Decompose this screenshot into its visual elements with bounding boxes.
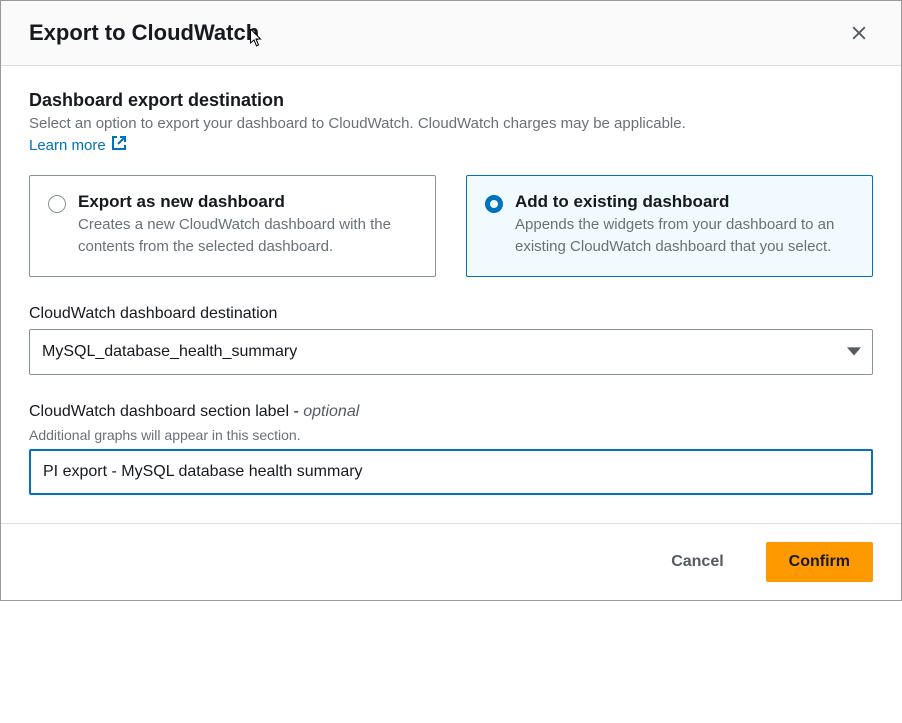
close-button[interactable] bbox=[845, 19, 873, 47]
option-export-new[interactable]: Export as new dashboard Creates a new Cl… bbox=[29, 175, 436, 277]
modal-body: Dashboard export destination Select an o… bbox=[1, 66, 901, 523]
option-new-title: Export as new dashboard bbox=[78, 192, 417, 212]
modal-title: Export to CloudWatch bbox=[29, 20, 259, 46]
section-label-help: Additional graphs will appear in this se… bbox=[29, 427, 873, 443]
dashboard-destination-select[interactable]: MySQL_database_health_summary bbox=[29, 329, 873, 375]
dashboard-destination-label: CloudWatch dashboard destination bbox=[29, 305, 873, 323]
option-existing-desc: Appends the widgets from your dashboard … bbox=[515, 214, 854, 258]
option-existing-title: Add to existing dashboard bbox=[515, 192, 854, 212]
section-label-field: CloudWatch dashboard section label - opt… bbox=[29, 403, 873, 495]
cancel-button[interactable]: Cancel bbox=[649, 543, 745, 581]
destination-section: Dashboard export destination Select an o… bbox=[29, 90, 873, 155]
external-link-icon bbox=[111, 135, 127, 155]
dashboard-destination-field: CloudWatch dashboard destination MySQL_d… bbox=[29, 305, 873, 375]
radio-icon bbox=[485, 195, 503, 213]
confirm-button[interactable]: Confirm bbox=[766, 542, 873, 582]
section-label-label: CloudWatch dashboard section label - opt… bbox=[29, 403, 873, 421]
modal-footer: Cancel Confirm bbox=[1, 523, 901, 600]
close-icon bbox=[849, 23, 869, 43]
export-option-group: Export as new dashboard Creates a new Cl… bbox=[29, 175, 873, 277]
option-new-desc: Creates a new CloudWatch dashboard with … bbox=[78, 214, 417, 258]
learn-more-label: Learn more bbox=[29, 137, 106, 154]
destination-description: Select an option to export your dashboar… bbox=[29, 113, 873, 134]
destination-title: Dashboard export destination bbox=[29, 90, 873, 111]
radio-icon bbox=[48, 195, 66, 213]
modal-header: Export to CloudWatch bbox=[1, 1, 901, 66]
export-to-cloudwatch-modal: Export to CloudWatch Dashboard export de… bbox=[0, 0, 902, 601]
learn-more-link[interactable]: Learn more bbox=[29, 135, 127, 155]
section-label-input[interactable] bbox=[29, 449, 873, 495]
option-add-existing[interactable]: Add to existing dashboard Appends the wi… bbox=[466, 175, 873, 277]
dashboard-destination-value: MySQL_database_health_summary bbox=[29, 329, 873, 375]
